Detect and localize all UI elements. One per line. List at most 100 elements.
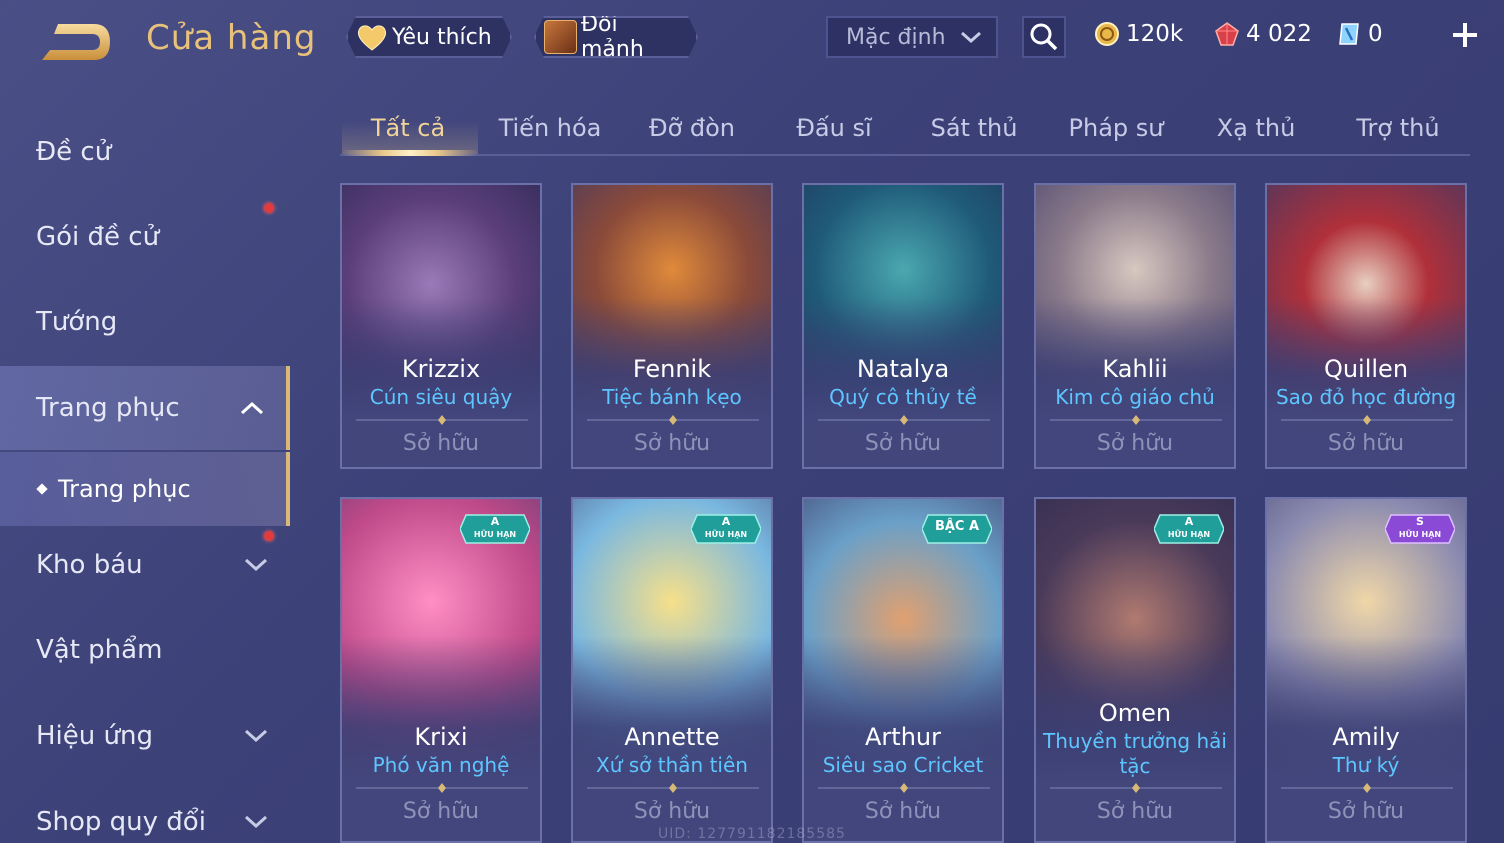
- sidebar-subitem-skins[interactable]: Trang phục: [0, 452, 290, 526]
- skin-name: Thư ký: [1332, 753, 1400, 777]
- card-divider: [356, 783, 528, 793]
- tier-badge-label: A HỮU HẠN: [1167, 515, 1211, 540]
- ruby-balance: 4 022: [1214, 16, 1312, 52]
- card-divider: [818, 783, 990, 793]
- skin-name: Thuyền trưởng hải tặc: [1043, 729, 1227, 778]
- favorite-button[interactable]: Yêu thích: [346, 16, 512, 58]
- sidebar-item-effects[interactable]: Hiệu ứng: [0, 694, 290, 778]
- sidebar-subitem-label: Trang phục: [58, 475, 191, 503]
- skin-card[interactable]: Quillen Sao đỏ học đường Sở hữu: [1265, 183, 1467, 469]
- notification-dot: [264, 203, 274, 213]
- skin-card[interactable]: A HỮU HẠN Krixi Phó văn nghệ Sở hữu: [340, 497, 542, 843]
- ownership-status: Sở hữu: [864, 799, 942, 824]
- back-button[interactable]: [36, 20, 114, 64]
- skin-name: Quý cô thủy tề: [829, 385, 977, 409]
- ownership-status: Sở hữu: [1096, 799, 1174, 824]
- tab-marksman[interactable]: Xạ thủ: [1188, 100, 1324, 156]
- tier-badge-label: A HỮU HẠN: [704, 515, 748, 540]
- tier-badge-label: A HỮU HẠN: [473, 515, 517, 540]
- hero-name: Omen: [1098, 699, 1172, 727]
- skin-card[interactable]: A HỮU HẠN Annette Xứ sở thần tiên Sở hữu: [571, 497, 773, 843]
- back-arrow-icon: [42, 24, 110, 60]
- chevron-down-icon: [244, 729, 268, 743]
- active-tab-indicator: [342, 150, 478, 156]
- card-divider: [1281, 783, 1453, 793]
- gold-balance: 120k: [1094, 16, 1183, 52]
- voucher-balance: 0: [1336, 16, 1383, 52]
- sidebar-item-treasure[interactable]: Kho báu: [0, 523, 290, 607]
- sidebar-item-heroes[interactable]: Tướng: [0, 280, 290, 364]
- plus-icon: [1453, 23, 1477, 47]
- hero-name: Annette: [624, 723, 720, 751]
- tab-fighter[interactable]: Đấu sĩ: [766, 100, 902, 156]
- tab-assassin[interactable]: Sát thủ: [906, 100, 1042, 156]
- favorite-label: Yêu thích: [392, 24, 492, 50]
- card-divider: [356, 415, 528, 425]
- ownership-status: Sở hữu: [1096, 431, 1174, 456]
- skin-card[interactable]: S HỮU HẠN Amily Thư ký Sở hữu: [1265, 497, 1467, 843]
- hero-name: Krixi: [414, 723, 468, 751]
- sidebar-item-label: Tướng: [36, 307, 118, 337]
- card-divider: [818, 415, 990, 425]
- skin-card[interactable]: A HỮU HẠN Omen Thuyền trưởng hải tặc Sở h…: [1034, 497, 1236, 843]
- exchange-label: Đổi mảnh: [580, 12, 644, 62]
- skin-name: Cún siêu quậy: [369, 385, 513, 409]
- sidebar-item-label: Đề cử: [36, 137, 112, 167]
- sidebar-item-exchange-shop[interactable]: Shop quy đổi: [0, 780, 290, 843]
- card-divider: [587, 415, 759, 425]
- tab-mage[interactable]: Pháp sư: [1048, 100, 1184, 156]
- chevron-up-icon: [240, 401, 264, 415]
- ownership-status: Sở hữu: [402, 431, 480, 456]
- hero-name: Fennik: [632, 355, 712, 383]
- tier-badge-label: S HỮU HẠN: [1398, 515, 1442, 540]
- tab-support[interactable]: Trợ thủ: [1330, 100, 1466, 156]
- voucher-icon: [1339, 23, 1359, 45]
- tab-evolution[interactable]: Tiến hóa: [482, 100, 618, 156]
- skin-name: Xứ sở thần tiên: [596, 753, 748, 777]
- chevron-down-icon: [244, 558, 268, 572]
- chevron-down-icon: [961, 31, 981, 43]
- skin-card[interactable]: Kahlii Kim cô giáo chủ Sở hữu: [1034, 183, 1236, 469]
- sort-dropdown[interactable]: Mặc định: [826, 16, 998, 58]
- tab-tank[interactable]: Đỡ đòn: [624, 100, 760, 156]
- skin-name: Sao đỏ học đường: [1275, 385, 1457, 409]
- hero-name: Natalya: [856, 355, 950, 383]
- chest-icon: [544, 20, 577, 54]
- sidebar-item-label: Gói đề cử: [36, 222, 160, 252]
- tab-all[interactable]: Tất cả: [340, 100, 476, 156]
- search-button[interactable]: [1022, 16, 1066, 58]
- sidebar-item-recommended[interactable]: Đề cử: [0, 110, 290, 194]
- skin-card[interactable]: Krizzix Cún siêu quậy Sở hữu: [340, 183, 542, 469]
- ruby-value: 4 022: [1246, 21, 1312, 47]
- hero-name: Arthur: [865, 723, 941, 751]
- ownership-status: Sở hữu: [633, 799, 711, 824]
- skin-card[interactable]: BẬC A Arthur Siêu sao Cricket Sở hữu: [802, 497, 1004, 843]
- card-divider: [1050, 783, 1222, 793]
- hero-name: Kahlii: [1102, 355, 1168, 383]
- sidebar-item-label: Kho báu: [36, 550, 143, 580]
- skin-card[interactable]: Fennik Tiệc bánh kẹo Sở hữu: [571, 183, 773, 469]
- card-divider: [1281, 415, 1453, 425]
- ownership-status: Sở hữu: [1327, 799, 1405, 824]
- ownership-status: Sở hữu: [864, 431, 942, 456]
- sidebar-item-label: Vật phẩm: [36, 635, 163, 665]
- skin-name: Siêu sao Cricket: [822, 753, 984, 777]
- sort-value: Mặc định: [846, 24, 946, 50]
- sidebar-item-skins[interactable]: Trang phục: [0, 366, 290, 450]
- sidebar: Đề cử Gói đề cử Tướng Trang phục Trang p…: [0, 100, 290, 843]
- sidebar-item-items[interactable]: Vật phẩm: [0, 608, 290, 692]
- diamond-bullet-icon: [36, 483, 48, 495]
- role-tabs: Tất cả Tiến hóa Đỡ đòn Đấu sĩ Sát thủ Ph…: [340, 100, 1470, 156]
- search-icon: [1030, 23, 1058, 51]
- sidebar-item-recommended-packs[interactable]: Gói đề cử: [0, 195, 290, 279]
- card-divider: [1050, 415, 1222, 425]
- ruby-gem-icon: [1215, 22, 1239, 46]
- add-currency-button[interactable]: [1448, 18, 1482, 52]
- sidebar-item-label: Trang phục: [36, 393, 180, 423]
- card-divider: [587, 783, 759, 793]
- chevron-down-icon: [244, 815, 268, 829]
- skin-card[interactable]: Natalya Quý cô thủy tề Sở hữu: [802, 183, 1004, 469]
- exchange-fragments-button[interactable]: Đổi mảnh: [534, 16, 698, 58]
- tier-badge-label: BẬC A: [934, 519, 980, 534]
- page-title: Cửa hàng: [146, 18, 317, 58]
